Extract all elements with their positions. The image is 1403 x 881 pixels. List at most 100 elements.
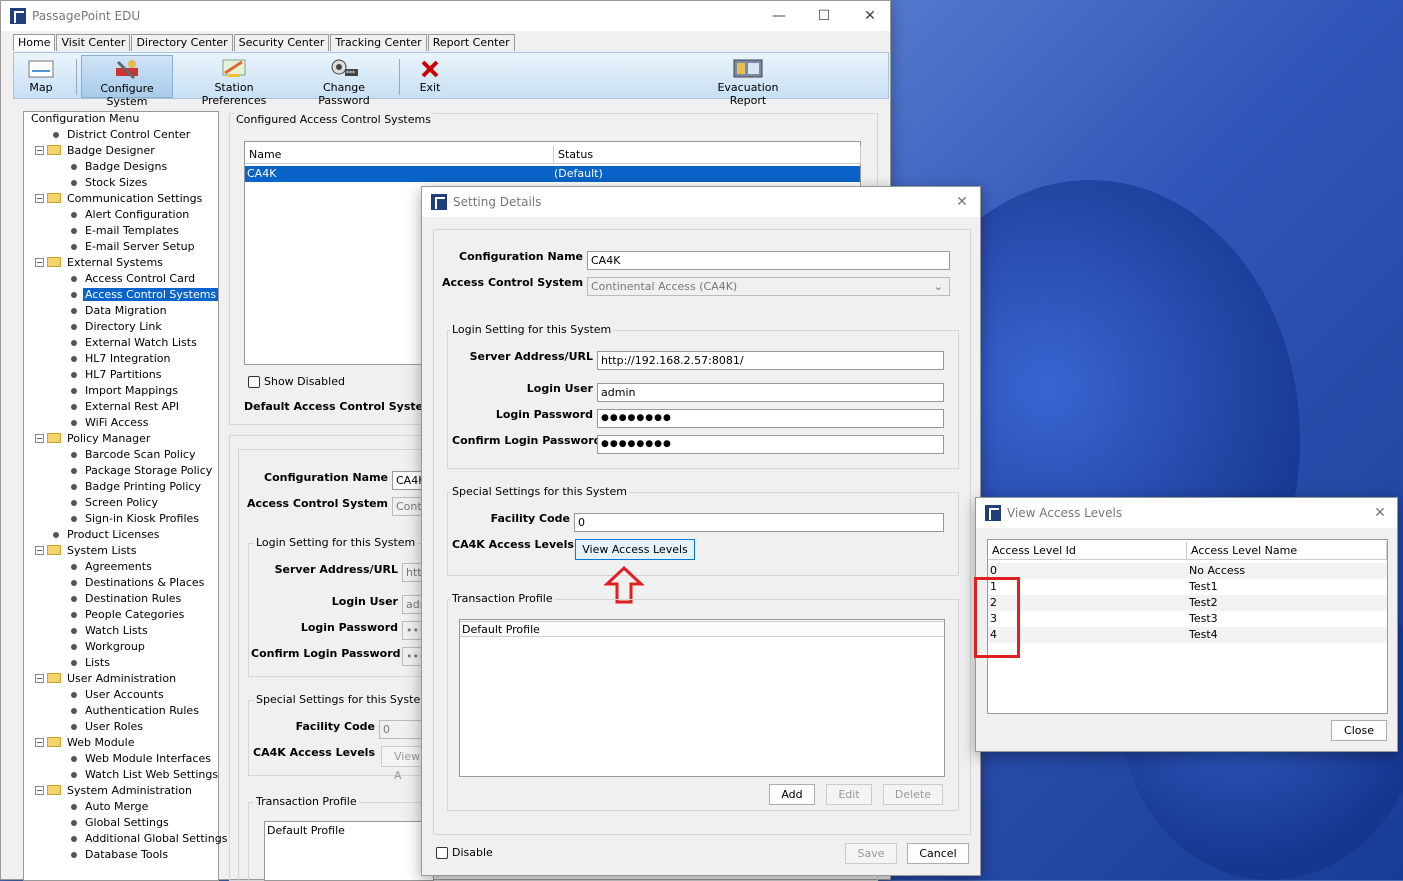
table-row[interactable]: 2 Test2 <box>988 595 1387 611</box>
column-header-level-name[interactable]: Access Level Name <box>1187 542 1387 560</box>
sidebar-item-user-accounts[interactable]: User Accounts <box>53 687 166 703</box>
edit-button[interactable]: Edit <box>826 784 872 805</box>
sidebar-item-policy-manager[interactable]: − Policy Manager <box>35 431 152 447</box>
sidebar-item-global-settings[interactable]: Global Settings <box>53 815 171 831</box>
sidebar-item-import-mappings[interactable]: Import Mappings <box>53 383 180 399</box>
sidebar-item-product-licenses[interactable]: Product Licenses <box>35 527 161 543</box>
sidebar-item-watch-lists[interactable]: Watch Lists <box>53 623 150 639</box>
cancel-button[interactable]: Cancel <box>907 843 969 864</box>
minimize-button[interactable]: — <box>756 1 802 31</box>
sidebar-item-external-rest-api[interactable]: External Rest API <box>53 399 181 415</box>
sidebar-item-authentication-rules[interactable]: Authentication Rules <box>53 703 201 719</box>
sidebar-item-screen-policy[interactable]: Screen Policy <box>53 495 160 511</box>
save-button[interactable]: Save <box>845 843 897 864</box>
column-header-name[interactable]: Name <box>245 146 554 164</box>
list-item[interactable]: Default Profile <box>265 823 345 839</box>
collapse-icon[interactable]: − <box>35 193 44 203</box>
maximize-button[interactable]: ☐ <box>801 1 847 31</box>
sidebar-item-database-tools[interactable]: Database Tools <box>53 847 170 863</box>
sidebar-item-user-administration[interactable]: − User Administration <box>35 671 178 687</box>
delete-button[interactable]: Delete <box>883 784 943 805</box>
login-password-input[interactable]: ●●●●●●●● <box>597 409 944 428</box>
tab-report-center[interactable]: Report Center <box>427 34 515 51</box>
tab-directory-center[interactable]: Directory Center <box>131 34 233 51</box>
sidebar-item-stock-sizes[interactable]: Stock Sizes <box>53 175 149 191</box>
server-input[interactable]: http://192.168.2.57:8081/ <box>597 351 944 370</box>
close-dialog-button[interactable]: Close <box>1331 720 1387 741</box>
sidebar-item-alert-configuration[interactable]: Alert Configuration <box>53 207 191 223</box>
acs-select[interactable]: Continental Access (CA4K) ⌄ <box>587 277 950 296</box>
tab-visit-center[interactable]: Visit Center <box>56 34 131 51</box>
access-levels-close-x-button[interactable]: ✕ <box>1361 498 1399 528</box>
collapse-icon[interactable]: − <box>35 433 44 443</box>
sidebar-item-e-mail-server-setup[interactable]: E-mail Server Setup <box>53 239 197 255</box>
sidebar-item-e-mail-templates[interactable]: E-mail Templates <box>53 223 181 239</box>
sidebar-item-communication-settings[interactable]: − Communication Settings <box>35 191 204 207</box>
sidebar-item-web-module[interactable]: − Web Module <box>35 735 136 751</box>
sidebar-item-destinations-places[interactable]: Destinations & Places <box>53 575 206 591</box>
add-button[interactable]: Add <box>769 784 815 805</box>
show-disabled-checkbox[interactable]: Show Disabled <box>248 375 345 388</box>
sidebar-item-lists[interactable]: Lists <box>53 655 112 671</box>
table-row[interactable]: 4 Test4 <box>988 627 1387 643</box>
sidebar-item-package-storage-policy[interactable]: Package Storage Policy <box>53 463 214 479</box>
column-header-level-id[interactable]: Access Level Id <box>988 542 1187 560</box>
sidebar-item-people-categories[interactable]: People Categories <box>53 607 186 623</box>
table-row[interactable]: 0 No Access <box>988 563 1387 579</box>
sidebar-item-sign-in-kiosk-profiles[interactable]: Sign-in Kiosk Profiles <box>53 511 201 527</box>
sidebar-item-badge-printing-policy[interactable]: Badge Printing Policy <box>53 479 203 495</box>
sidebar-item-data-migration[interactable]: Data Migration <box>53 303 169 319</box>
setting-details-close-button[interactable]: ✕ <box>942 187 982 217</box>
sidebar-item-system-administration[interactable]: − System Administration <box>35 783 194 799</box>
column-header-status[interactable]: Status <box>554 146 861 164</box>
collapse-icon[interactable]: − <box>35 145 44 155</box>
sidebar-item-access-control-card[interactable]: Access Control Card <box>53 271 197 287</box>
sidebar-item-watch-list-web-settings[interactable]: Watch List Web Settings <box>53 767 220 783</box>
sidebar-item-wifi-access[interactable]: WiFi Access <box>53 415 150 431</box>
login-user-input[interactable]: admin <box>597 383 944 402</box>
sidebar-item-directory-link[interactable]: Directory Link <box>53 319 164 335</box>
sidebar-item-external-systems[interactable]: − External Systems <box>35 255 165 271</box>
sidebar-item-hl7-integration[interactable]: HL7 Integration <box>53 351 173 367</box>
sidebar-item-external-watch-lists[interactable]: External Watch Lists <box>53 335 199 351</box>
confirm-password-input[interactable]: ●●●●●●●● <box>597 435 944 454</box>
facility-code-input[interactable]: 0 <box>574 513 944 532</box>
collapse-icon[interactable]: − <box>35 545 44 555</box>
collapse-icon[interactable]: − <box>35 737 44 747</box>
table-row[interactable]: 3 Test3 <box>988 611 1387 627</box>
config-name-input[interactable]: CA4K <box>587 251 950 270</box>
tab-tracking-center[interactable]: Tracking Center <box>330 34 427 51</box>
sidebar-item-additional-global-settings[interactable]: Additional Global Settings <box>53 831 229 847</box>
change-password-button[interactable]: *** Change Password <box>296 55 392 107</box>
sidebar-item-auto-merge[interactable]: Auto Merge <box>53 799 150 815</box>
table-row[interactable]: CA4K (Default) <box>245 166 860 182</box>
map-button[interactable]: Map <box>16 55 66 98</box>
evacuation-report-button[interactable]: Evacuation Report <box>698 55 798 107</box>
sidebar-item-system-lists[interactable]: − System Lists <box>35 543 138 559</box>
collapse-icon[interactable]: − <box>35 257 44 267</box>
view-access-levels-button[interactable]: View Access Levels <box>575 539 695 560</box>
sidebar-item-access-control-systems[interactable]: Access Control Systems <box>53 287 219 303</box>
sidebar-item-web-module-interfaces[interactable]: Web Module Interfaces <box>53 751 213 767</box>
sidebar-item-badge-designs[interactable]: Badge Designs <box>53 159 169 175</box>
tab-home[interactable]: Home <box>13 34 56 51</box>
sidebar-item-barcode-scan-policy[interactable]: Barcode Scan Policy <box>53 447 197 463</box>
sidebar-item-badge-designer[interactable]: − Badge Designer <box>35 143 157 159</box>
sidebar-item-workgroup[interactable]: Workgroup <box>53 639 147 655</box>
exit-button[interactable]: Exit <box>410 55 450 98</box>
station-preferences-button[interactable]: Station Preferences <box>182 55 286 107</box>
disable-checkbox[interactable]: Disable <box>436 846 493 859</box>
sidebar-item-hl7-partitions[interactable]: HL7 Partitions <box>53 367 163 383</box>
collapse-icon[interactable]: − <box>35 673 44 683</box>
sidebar-item-district-control-center[interactable]: District Control Center <box>35 127 192 143</box>
table-row[interactable]: 1 Test1 <box>988 579 1387 595</box>
sidebar-item-destination-rules[interactable]: Destination Rules <box>53 591 183 607</box>
sidebar-item-label: People Categories <box>85 608 185 621</box>
sidebar-item-agreements[interactable]: Agreements <box>53 559 154 575</box>
close-button[interactable]: ✕ <box>847 1 893 31</box>
configure-system-button[interactable]: Configure System <box>81 55 173 108</box>
collapse-icon[interactable]: − <box>35 785 44 795</box>
tab-security-center[interactable]: Security Center <box>233 34 330 51</box>
list-item[interactable]: Default Profile <box>460 621 944 637</box>
sidebar-item-user-roles[interactable]: User Roles <box>53 719 145 735</box>
